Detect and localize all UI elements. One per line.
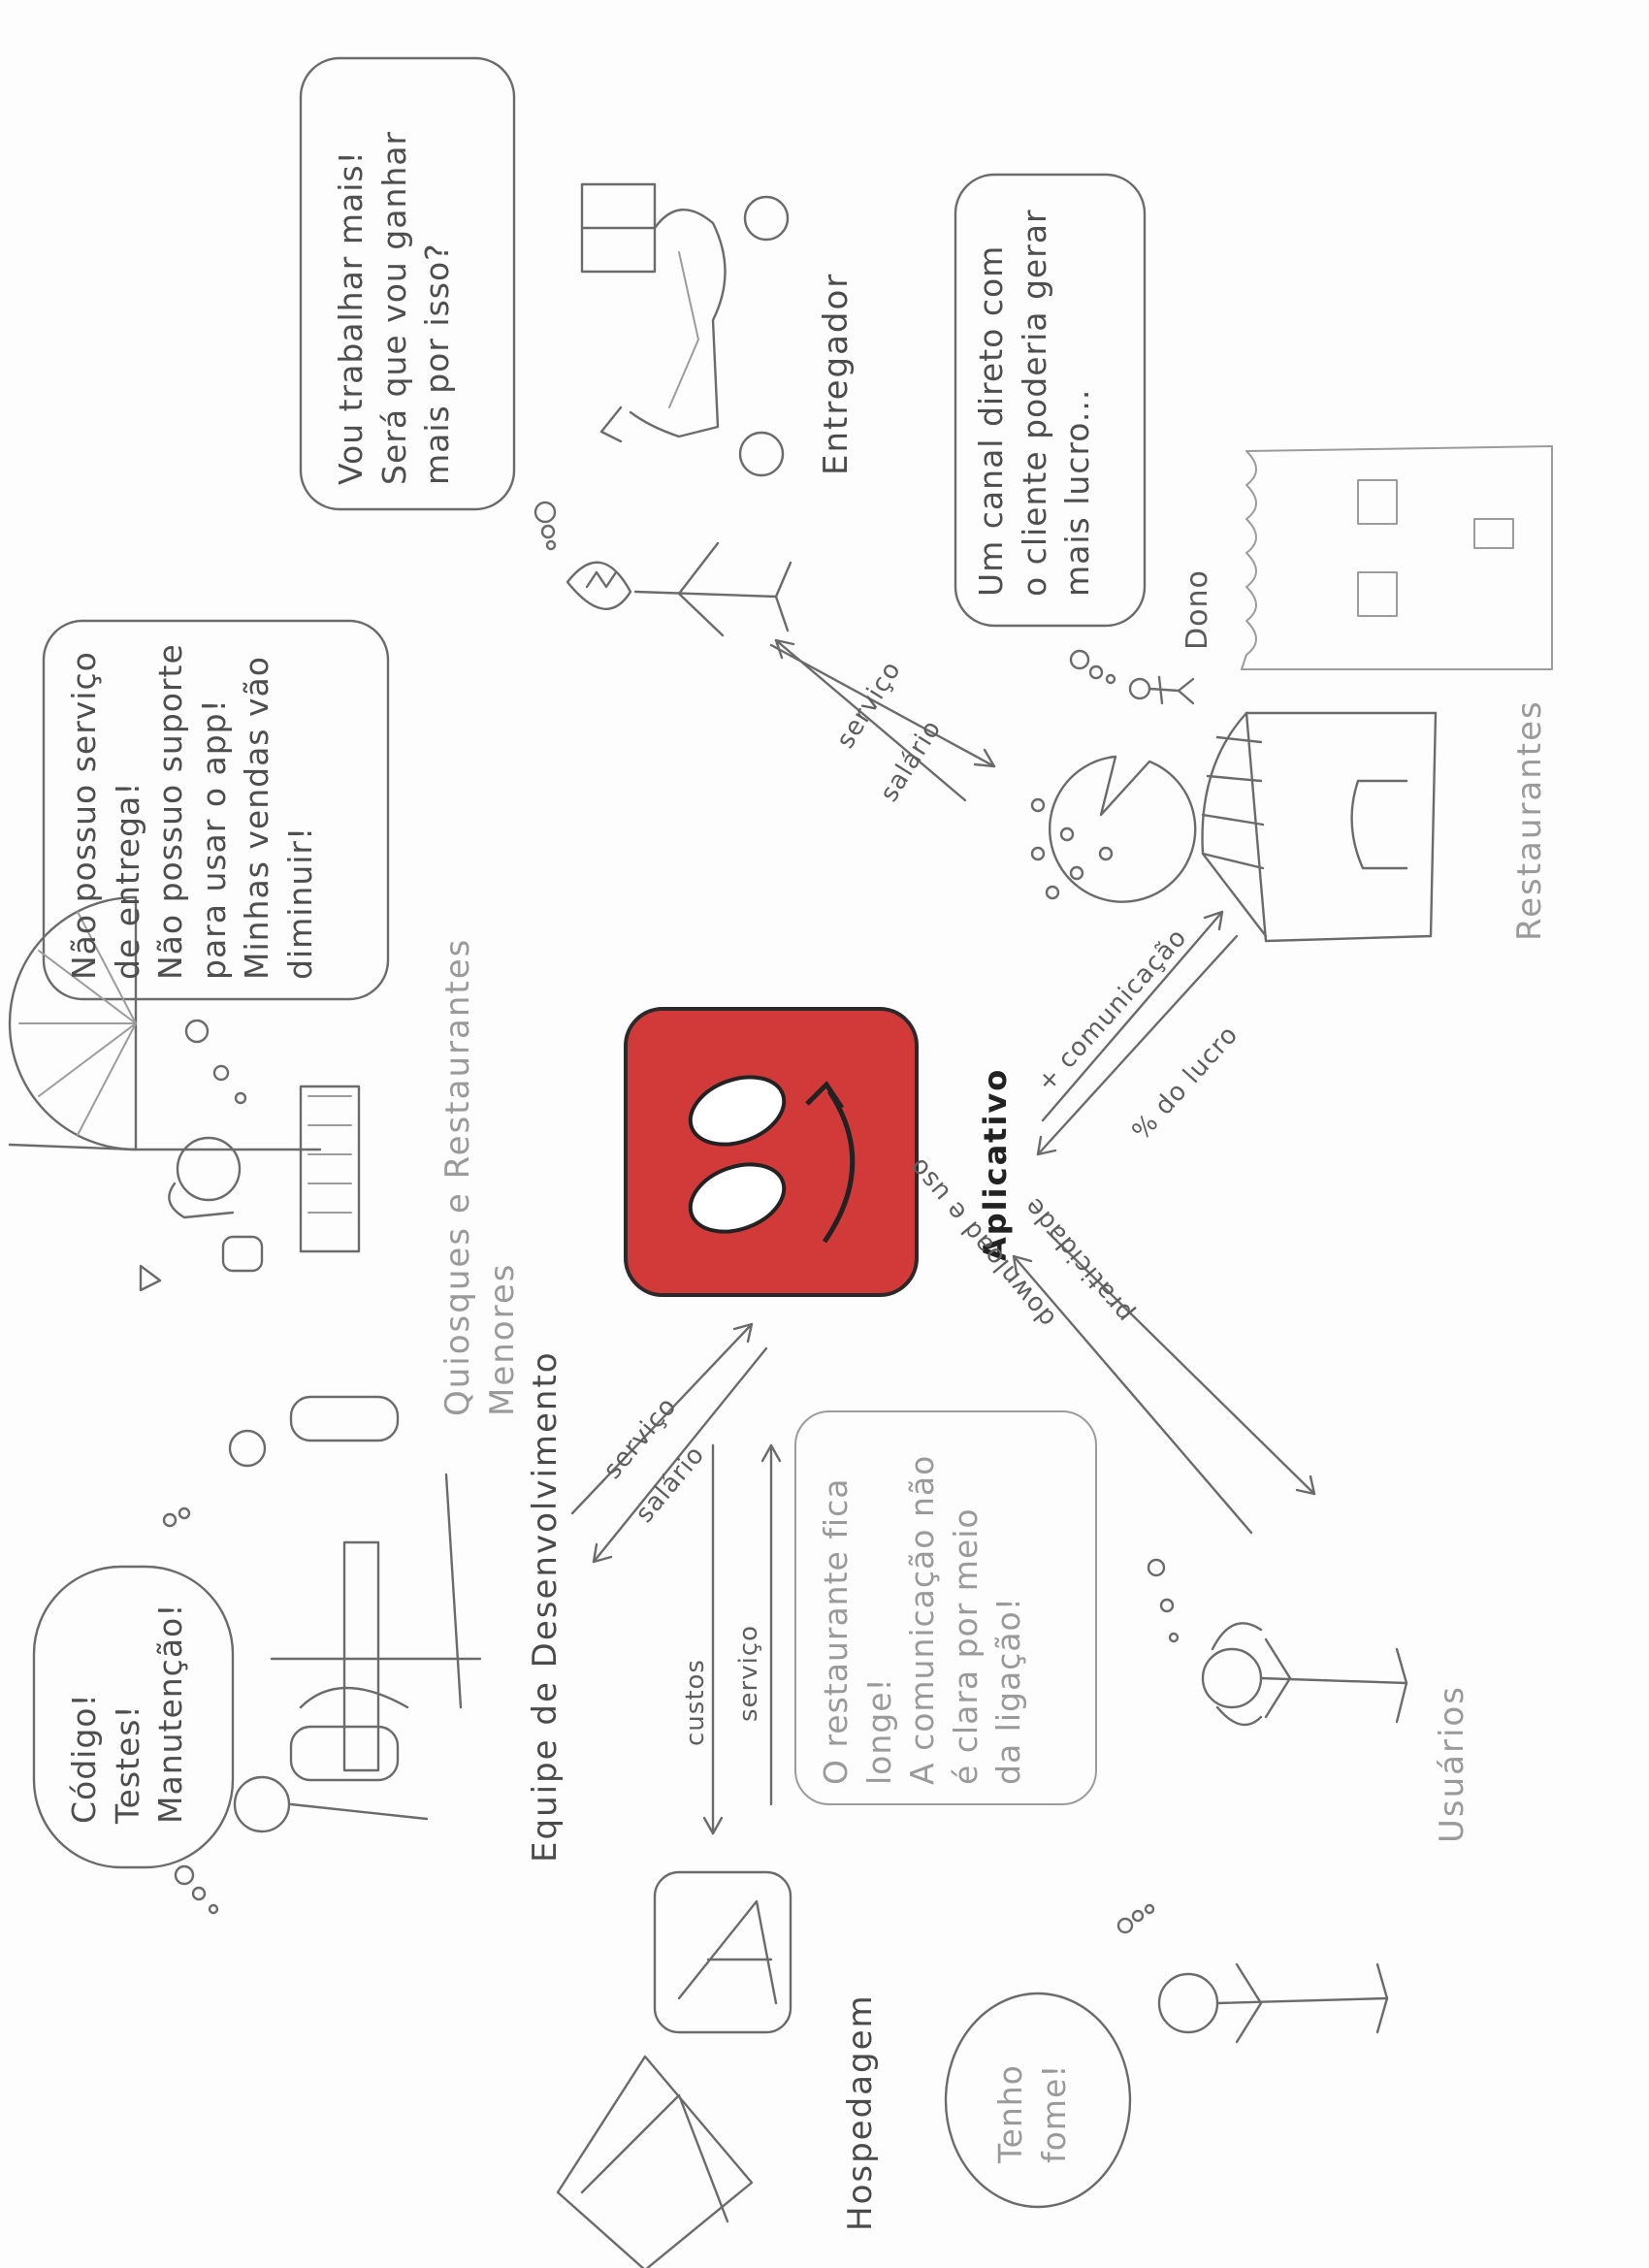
usuarios-label: Usuários xyxy=(1433,1685,1471,1843)
dev-team-icon xyxy=(228,1395,482,1833)
restaurantes-bubble-text: Um canal direto com o cliente poderia ge… xyxy=(972,209,1097,597)
users-icon xyxy=(1157,1622,1408,2044)
entregador-bubble-text: Vou trabalhar mais! Será que vou ganhar … xyxy=(332,130,457,485)
equipe-bubble-text: Código! Testes! Manutenção! xyxy=(65,1603,190,1824)
usuarios-bubble-top-text: O restaurante fica longe! A comunicação … xyxy=(817,1454,1028,1785)
owner-label: Dono xyxy=(1180,569,1214,650)
scooter-icon xyxy=(580,182,790,477)
kiosk-vendor-icon xyxy=(168,1085,361,1273)
owner-person-icon xyxy=(1128,675,1195,705)
app-icon xyxy=(624,1007,919,1297)
arrows-usuarios xyxy=(1012,1230,1316,1535)
pizza-icon xyxy=(1030,755,1197,903)
restaurantes-label: Restaurantes xyxy=(1510,699,1549,941)
entregador-label: Entregador xyxy=(817,272,856,475)
owner-building-icon xyxy=(1241,445,1553,670)
hospedagem-arrow-custos: custos xyxy=(681,1659,710,1746)
hosting-icons xyxy=(556,1870,792,2268)
hospedagem-arrow-servico: serviço xyxy=(734,1624,763,1722)
quiosques-label: Quiosques e Restaurantes Menores xyxy=(438,937,522,1416)
quiosques-bubble-text: Não possuo serviço de entrega! Não possu… xyxy=(65,643,319,980)
courier-person-icon xyxy=(566,541,792,637)
concept-map: Aplicativo Vou trabalhar mais! Será que … xyxy=(0,0,1649,2268)
equipe-label: Equipe de Desenvolvimento xyxy=(526,1350,565,1863)
usuarios-bubble-bottom-text: Tenho fome! xyxy=(991,2063,1073,2164)
restaurant-building-icon xyxy=(1201,711,1438,943)
hospedagem-label: Hospedagem xyxy=(841,1993,880,2231)
arrows-equipe xyxy=(570,1322,768,1564)
